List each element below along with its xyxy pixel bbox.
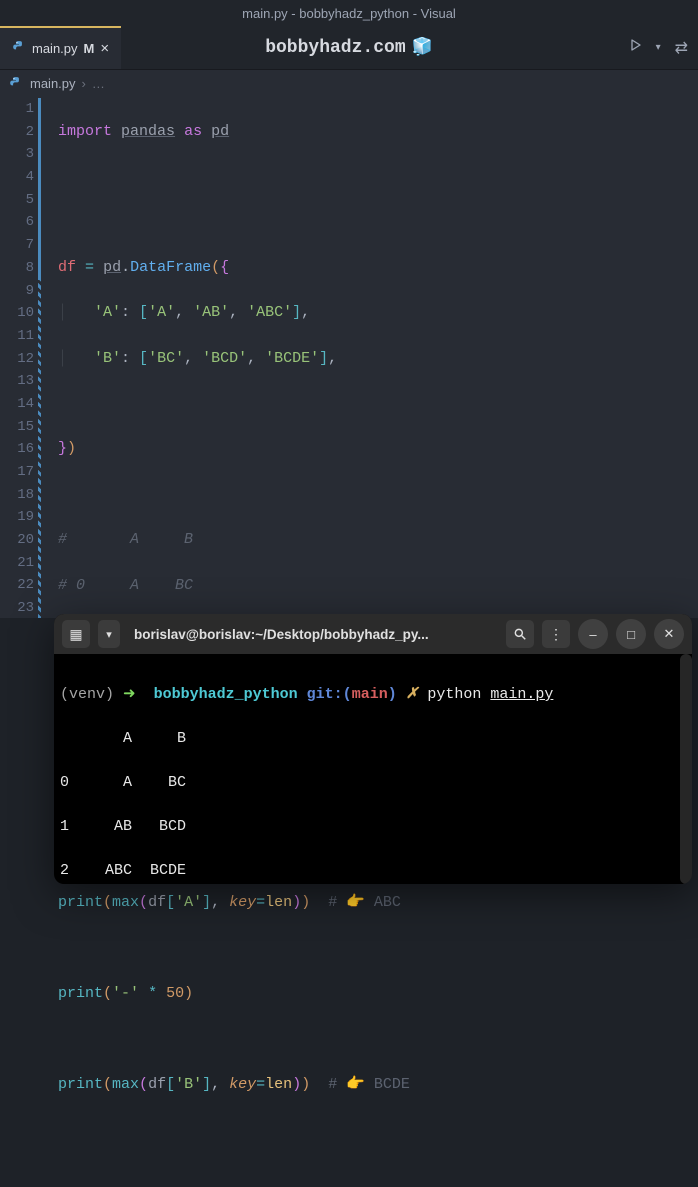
git-gutter xyxy=(38,96,42,618)
breadcrumb-more: … xyxy=(92,76,105,91)
dot: . xyxy=(121,259,130,276)
cmd-python: python xyxy=(427,686,481,703)
comment-row0: # 0 A BC xyxy=(58,577,193,594)
python-file-icon xyxy=(12,40,26,57)
ref-pd: pd xyxy=(103,259,121,276)
fn-print: print xyxy=(58,894,103,911)
alias-pd: pd xyxy=(211,123,229,140)
fn-max: max xyxy=(112,1076,139,1093)
search-icon[interactable] xyxy=(506,620,534,648)
git-branch: main xyxy=(352,686,388,703)
dict-key-b: 'B' xyxy=(94,350,121,367)
new-tab-button[interactable]: ▦ xyxy=(62,620,90,648)
output-row1: 1 AB BCD xyxy=(60,816,686,838)
num-50: 50 xyxy=(166,985,184,1002)
output-row2: 2 ABC BCDE xyxy=(60,860,686,882)
line-number-gutter: 1234567891011121314151617181920212223 xyxy=(0,96,38,618)
code-content[interactable]: import pandas as pd df = pd.DataFrame({ … xyxy=(42,96,410,618)
keyword-as: as xyxy=(184,123,202,140)
window-title: main.py - bobbyhadz_python - Visual xyxy=(242,6,456,21)
str-ab: 'AB' xyxy=(193,304,229,321)
prompt-dir: bobbyhadz_python xyxy=(154,686,298,703)
kwarg-key: key xyxy=(229,1076,256,1093)
terminal-header: ▦ ▾ borislav@borislav:~/Desktop/bobbyhad… xyxy=(54,614,692,654)
editor-area[interactable]: 1234567891011121314151617181920212223 im… xyxy=(0,96,698,618)
git-prefix: git:( xyxy=(307,686,352,703)
split-diff-icon[interactable]: ⇄ xyxy=(675,38,688,58)
str-dash: '-' xyxy=(112,985,139,1002)
terminal-scrollbar[interactable] xyxy=(680,654,692,884)
str-bcd: 'BCD' xyxy=(202,350,247,367)
str-bcde: 'BCDE' xyxy=(265,350,319,367)
str-a: 'A' xyxy=(148,304,175,321)
output-row0: 0 A BC xyxy=(60,772,686,794)
close-button[interactable]: ✕ xyxy=(654,619,684,649)
menu-icon[interactable]: ⋮ xyxy=(542,620,570,648)
dict-key-a: 'A' xyxy=(94,304,121,321)
minimize-button[interactable]: – xyxy=(578,619,608,649)
venv-indicator: (venv) xyxy=(60,686,114,703)
module-pandas: pandas xyxy=(121,123,175,140)
breadcrumb[interactable]: main.py › … xyxy=(0,70,698,96)
center-title-text: bobbyhadz.com xyxy=(265,38,405,58)
fn-len: len xyxy=(265,894,292,911)
maximize-button[interactable]: □ xyxy=(616,619,646,649)
breadcrumb-separator: › xyxy=(82,76,86,91)
col-b: 'B' xyxy=(175,1076,202,1093)
terminal-title: borislav@borislav:~/Desktop/bobbyhadz_py… xyxy=(128,627,498,642)
output-header: A B xyxy=(60,728,686,750)
kwarg-key: key xyxy=(229,894,256,911)
center-title: bobbyhadz.com 🧊 xyxy=(265,37,433,58)
window-title-bar: main.py - bobbyhadz_python - Visual xyxy=(0,0,698,26)
col-a: 'A' xyxy=(175,894,202,911)
terminal-window: ▦ ▾ borislav@borislav:~/Desktop/bobbyhad… xyxy=(54,614,692,884)
str-bc: 'BC' xyxy=(148,350,184,367)
editor-tab-main[interactable]: main.py M × xyxy=(0,26,121,69)
chevron-down-icon[interactable]: ▾ xyxy=(656,42,661,54)
str-abc: 'ABC' xyxy=(247,304,292,321)
run-icon[interactable] xyxy=(630,39,642,56)
tab-modified-status: M xyxy=(84,41,95,56)
tab-filename: main.py xyxy=(32,41,78,56)
tab-dropdown-button[interactable]: ▾ xyxy=(98,620,120,648)
comment-header: # A B xyxy=(58,531,193,548)
cmd-file: main.py xyxy=(490,686,553,703)
breadcrumb-file: main.py xyxy=(30,76,76,91)
fn-print: print xyxy=(58,985,103,1002)
git-suffix: ) xyxy=(388,686,397,703)
comment-result-bcde: # 👉️ BCDE xyxy=(328,1076,410,1093)
python-file-icon xyxy=(8,75,24,91)
prompt-arrow: ➜ xyxy=(123,686,136,703)
ice-cube-icon: 🧊 xyxy=(412,37,433,58)
keyword-import: import xyxy=(58,123,112,140)
comment-result-abc: # 👉️ ABC xyxy=(328,894,401,911)
fn-print: print xyxy=(58,1076,103,1093)
var-df: df xyxy=(58,259,76,276)
terminal-body[interactable]: (venv) ➜ bobbyhadz_python git:(main) ✗ p… xyxy=(54,654,692,884)
editor-actions: ▾ ⇄ xyxy=(630,38,698,58)
fn-len: len xyxy=(265,1076,292,1093)
git-dirty-icon: ✗ xyxy=(406,686,419,703)
close-icon[interactable]: × xyxy=(100,41,109,56)
method-dataframe: DataFrame xyxy=(130,259,211,276)
tab-bar: main.py M × bobbyhadz.com 🧊 ▾ ⇄ xyxy=(0,26,698,70)
fn-max: max xyxy=(112,894,139,911)
op-equals: = xyxy=(85,259,94,276)
